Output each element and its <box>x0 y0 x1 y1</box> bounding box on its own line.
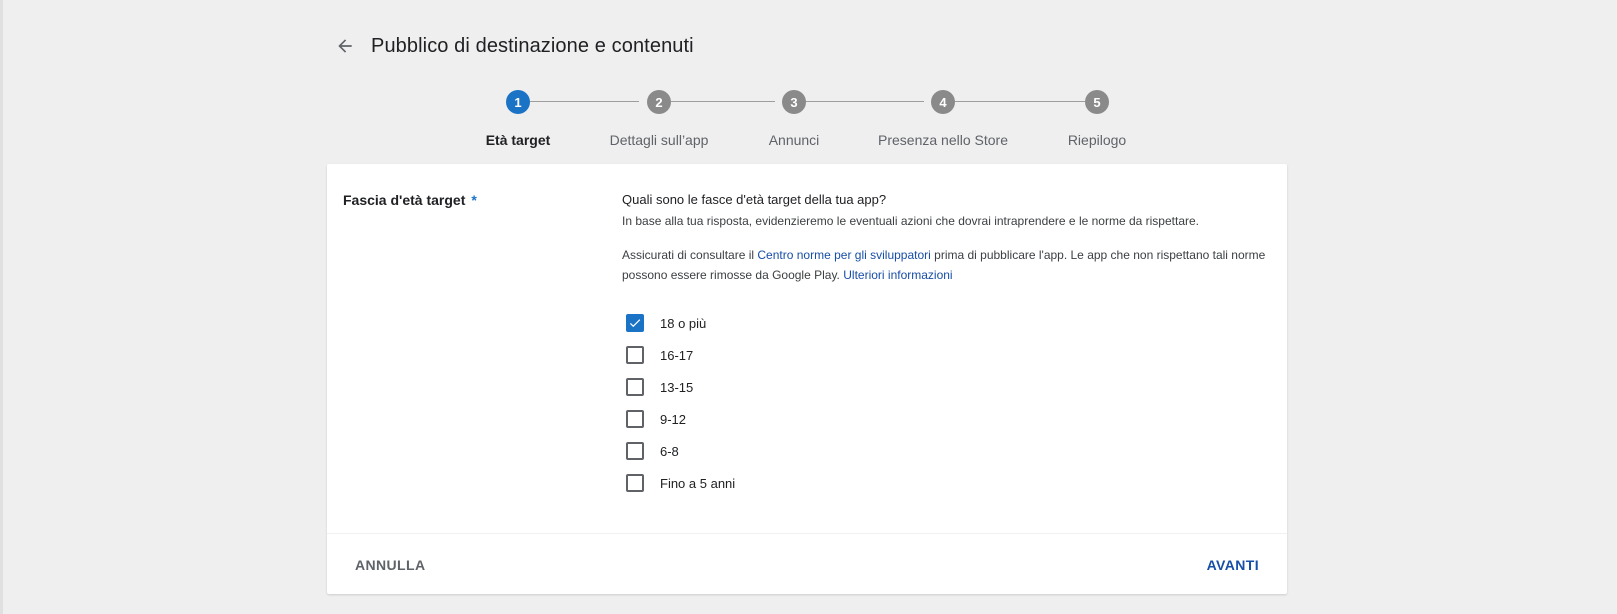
option-label: 18 o più <box>660 315 707 331</box>
option-16-17[interactable]: 16-17 <box>622 339 1272 371</box>
option-label: Fino a 5 anni <box>660 475 736 491</box>
option-up-to-5[interactable]: Fino a 5 anni <box>622 467 1272 499</box>
option-label: 6-8 <box>660 443 679 459</box>
step-3-indicator[interactable]: 3 <box>782 90 806 114</box>
step-4-indicator[interactable]: 4 <box>931 90 955 114</box>
stepper: 1 2 3 4 5 Età target Dettagli sull’app A… <box>0 0 1617 160</box>
step-4-label[interactable]: Presenza nello Store <box>878 132 1008 148</box>
hint-text: In base alla tua risposta, evidenzieremo… <box>622 214 1199 228</box>
learn-more-link[interactable]: Ulteriori informazioni <box>843 268 952 282</box>
step-connector <box>955 101 1085 102</box>
developer-policy-link[interactable]: Centro norme per gli sviluppatori <box>757 248 930 262</box>
step-5-indicator[interactable]: 5 <box>1085 90 1109 114</box>
checkbox-9-12[interactable] <box>626 410 644 428</box>
step-2-indicator[interactable]: 2 <box>647 90 671 114</box>
field-label-text: Fascia d'età target <box>343 192 466 208</box>
form-content: Quali sono le fasce d'età target della t… <box>622 192 1272 499</box>
cancel-button[interactable]: ANNULLA <box>355 557 425 573</box>
checkbox-16-17[interactable] <box>626 346 644 364</box>
policy-text: Assicurati di consultare il Centro norme… <box>622 245 1272 285</box>
option-label: 16-17 <box>660 347 694 363</box>
option-6-8[interactable]: 6-8 <box>622 435 1272 467</box>
question-text: Quali sono le fasce d'età target della t… <box>622 192 887 207</box>
option-label: 9-12 <box>660 411 687 427</box>
step-1-label[interactable]: Età target <box>486 132 551 148</box>
step-connector <box>806 101 924 102</box>
option-label: 13-15 <box>660 379 694 395</box>
form-card: Fascia d'età target * Quali sono le fasce… <box>327 164 1287 594</box>
step-1-indicator[interactable]: 1 <box>506 90 530 114</box>
option-18-plus[interactable]: 18 o più <box>622 307 1272 339</box>
option-13-15[interactable]: 13-15 <box>622 371 1272 403</box>
checkbox-13-15[interactable] <box>626 378 644 396</box>
step-2-label[interactable]: Dettagli sull’app <box>610 132 709 148</box>
age-options: 18 o più 16-17 13-15 9-12 6-8 Fino a 5 a… <box>622 307 1272 499</box>
checkbox-18-plus[interactable] <box>626 314 644 332</box>
step-5-label[interactable]: Riepilogo <box>1068 132 1126 148</box>
policy-text-before: Assicurati di consultare il <box>622 248 758 262</box>
option-9-12[interactable]: 9-12 <box>622 403 1272 435</box>
checkbox-up-to-5[interactable] <box>626 474 644 492</box>
step-3-label[interactable]: Annunci <box>769 132 820 148</box>
step-connector <box>530 101 639 102</box>
required-marker: * <box>471 192 477 208</box>
next-button[interactable]: AVANTI <box>1207 557 1259 573</box>
check-icon <box>629 319 641 328</box>
step-connector <box>671 101 775 102</box>
field-label: Fascia d'età target * <box>343 192 477 208</box>
checkbox-6-8[interactable] <box>626 442 644 460</box>
card-footer: ANNULLA AVANTI <box>327 533 1287 594</box>
